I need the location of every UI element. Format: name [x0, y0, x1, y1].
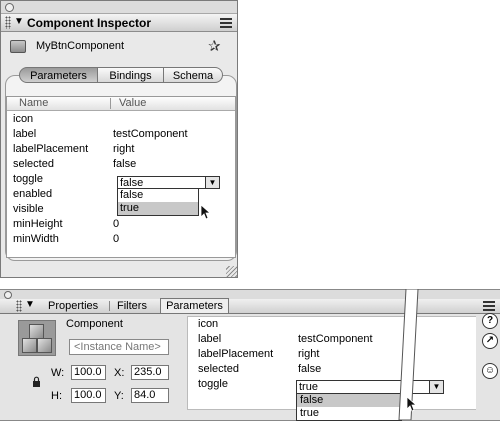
instance-name-input[interactable]: <Instance Name> — [69, 339, 169, 355]
dropdown-arrow-icon[interactable]: ▼ — [205, 177, 219, 188]
tab-parameters[interactable]: Parameters — [19, 67, 98, 83]
column-header-name[interactable]: Name — [19, 97, 48, 109]
tab-parameters-active[interactable]: Parameters — [160, 298, 229, 313]
width-label: W: — [51, 367, 65, 379]
param-value-label[interactable]: testComponent — [113, 128, 188, 140]
param-name-selected[interactable]: selected — [13, 158, 54, 173]
column-divider[interactable] — [110, 98, 111, 109]
component-icon — [10, 40, 26, 53]
tab-properties[interactable]: Properties — [48, 299, 98, 313]
dropdown-option-true[interactable]: true — [118, 202, 198, 215]
pi-param-name-toggle[interactable]: toggle — [198, 378, 228, 390]
component-type-label: Component — [66, 318, 123, 330]
component-symbol-icon — [18, 320, 56, 356]
toggle-dropdown-list: false true — [117, 188, 199, 216]
panel-header[interactable]: ▼ Component Inspector — [1, 14, 237, 32]
param-value-selected[interactable]: false — [113, 158, 136, 170]
param-name-toggle[interactable]: toggle — [13, 173, 43, 188]
param-name-enabled[interactable]: enabled — [13, 188, 52, 203]
close-circle-icon[interactable] — [5, 3, 14, 12]
pi-param-name-icon[interactable]: icon — [198, 318, 218, 330]
mouse-pointer-icon — [200, 204, 212, 222]
panel-titlebar[interactable] — [1, 1, 237, 14]
x-field[interactable]: 235.0 — [131, 365, 169, 380]
dropdown-arrow-icon[interactable]: ▼ — [429, 381, 443, 393]
pi-param-name-label[interactable]: label — [198, 333, 221, 345]
help-icon[interactable]: ? — [482, 313, 498, 329]
collapse-triangle-icon[interactable]: ▼ — [14, 16, 24, 27]
magic-wand-icon[interactable]: ✰ — [208, 37, 221, 55]
param-name-minheight[interactable]: minHeight — [13, 218, 63, 233]
collapse-triangle-icon[interactable]: ▼ — [25, 299, 35, 310]
dropdown-option-false[interactable]: false — [118, 189, 198, 202]
pi-param-name-selected[interactable]: selected — [198, 363, 239, 375]
param-name-labelplacement[interactable]: labelPlacement — [13, 143, 88, 158]
pi-dropdown-option-false[interactable]: false — [297, 394, 401, 407]
pi-param-value-label[interactable]: testComponent — [298, 333, 373, 345]
tab-filters[interactable]: Filters — [117, 299, 147, 313]
width-field[interactable]: 100.0 — [71, 365, 106, 380]
height-label: H: — [51, 390, 62, 402]
y-label: Y: — [114, 390, 124, 402]
component-name: MyBtnComponent — [36, 40, 125, 52]
pi-toggle-dropdown-value: true — [299, 381, 318, 393]
column-header-value[interactable]: Value — [119, 97, 146, 109]
pi-toggle-dropdown-list: false true — [296, 393, 402, 421]
pi-dropdown-option-true[interactable]: true — [297, 407, 401, 420]
close-circle-icon[interactable] — [4, 291, 12, 299]
height-field[interactable]: 100.0 — [71, 388, 106, 403]
pi-param-value-labelplacement[interactable]: right — [298, 348, 319, 360]
param-name-label[interactable]: label — [13, 128, 36, 143]
component-inspector-panel: ▼ Component Inspector MyBtnComponent ✰ P… — [0, 0, 238, 278]
y-field[interactable]: 84.0 — [131, 388, 169, 403]
pi-param-name-labelplacement[interactable]: labelPlacement — [198, 348, 273, 360]
param-name-visible[interactable]: visible — [13, 203, 44, 218]
grid-header: Name Value — [7, 97, 235, 111]
x-label: X: — [114, 367, 125, 379]
tab-bindings[interactable]: Bindings — [97, 67, 164, 83]
param-value-minwidth[interactable]: 0 — [113, 233, 119, 245]
panel-title: Component Inspector — [27, 16, 152, 30]
mouse-pointer-icon — [406, 396, 418, 414]
drag-grip-icon[interactable] — [16, 300, 22, 312]
param-name-icon[interactable]: icon — [13, 113, 33, 128]
param-name-minwidth[interactable]: minWidth — [13, 233, 59, 248]
edit-icon[interactable]: ↗ — [482, 333, 498, 349]
param-value-minheight[interactable]: 0 — [113, 218, 119, 230]
drag-grip-icon[interactable] — [5, 16, 11, 29]
resize-grip-icon[interactable] — [226, 266, 237, 277]
param-value-labelplacement[interactable]: right — [113, 143, 134, 155]
tab-schema[interactable]: Schema — [163, 67, 223, 83]
property-inspector-tabbar: ▼ Properties Filters Parameters — [0, 298, 500, 314]
panel-menu-icon[interactable] — [220, 18, 232, 28]
tab-divider — [109, 301, 110, 311]
lock-icon[interactable] — [32, 376, 41, 390]
pi-param-value-selected[interactable]: false — [298, 363, 321, 375]
panel-menu-icon[interactable] — [483, 301, 495, 311]
accessibility-icon[interactable]: ☺ — [482, 363, 498, 379]
